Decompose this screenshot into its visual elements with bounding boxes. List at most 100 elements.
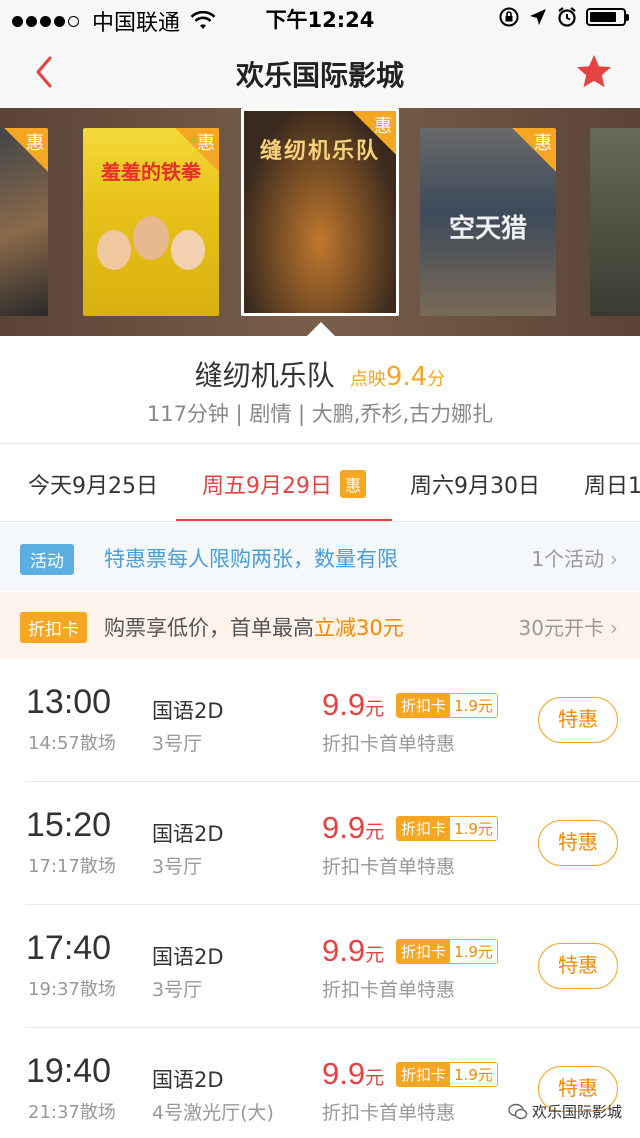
rating-value: 9.4 [385,362,428,392]
end-time: 14:57散场 [28,733,116,754]
activity-count: 1个活动 › [531,543,618,572]
card-label: 折扣卡 [397,694,451,717]
tab-date-0930[interactable]: 周六9月30日 [410,468,540,500]
showtime-row[interactable]: 13:00 14:57散场 国语2D 3号厅 9.9元 折扣卡 1.9元 折扣卡首… [0,659,640,782]
orientation-lock-icon [499,7,519,27]
tab-label: 周日1 [584,474,640,499]
discount-card-prefix: 购票享低价，首单最高 [104,616,314,640]
active-tab-underline [176,519,392,521]
price-unit: 元 [365,1067,385,1089]
movie-meta: 117分钟 | 剧情 | 大鹏,乔杉,古力娜扎 [146,402,494,426]
tab-date-0925[interactable]: 今天9月25日 [28,468,158,500]
activity-row[interactable]: 活动 特惠票每人限购两张，数量有限 1个活动 › [0,523,640,591]
discount-badge: 惠 [340,470,367,498]
card-label: 折扣卡 [397,817,451,840]
price-note: 折扣卡首单特惠 [322,856,456,878]
wechat-icon [508,1103,528,1119]
hall-name: 4号激光厅(大) [152,1102,274,1124]
battery-icon [586,8,629,26]
alarm-icon [558,7,576,27]
open-card-label: 30元开卡 [518,616,604,640]
price: 9.9元 [322,687,384,723]
hall-name: 3号厅 [152,733,203,755]
buy-special-button[interactable]: 特惠 [538,943,618,989]
movie-title-row: 缝纫机乐队 点映9.4分 [0,354,640,394]
end-time: 21:37散场 [28,1102,116,1123]
language-format: 国语2D [152,699,224,723]
poster-carousel[interactable]: 惠 羞羞的铁拳 惠 缝纫机乐队 惠 空天猎 惠 [0,108,640,336]
price-value: 9.9 [322,933,366,968]
chevron-right-icon: › [610,547,618,571]
location-icon [530,9,546,25]
discount-card-row[interactable]: 折扣卡 购票享低价，首单最高立减30元 30元开卡 › [0,592,640,658]
start-time: 15:20 [26,806,112,844]
nav-bar: 欢乐国际影城 [0,36,640,108]
discount-card-text: 购票享低价，首单最高立减30元 [104,612,404,642]
end-time: 19:37散场 [28,979,116,1000]
tab-date-0929[interactable]: 周五9月29日惠 [202,468,367,500]
card-label: 折扣卡 [397,940,451,963]
price-value: 9.9 [322,687,366,722]
card-price: 1.9元 [450,940,497,963]
hall-name: 3号厅 [152,856,203,878]
showtime-row[interactable]: 15:20 17:17散场 国语2D 3号厅 9.9元 折扣卡 1.9元 折扣卡首… [0,782,640,905]
status-bar: 中国联通 下午12:24 [0,0,640,36]
discount-badge: 惠 [4,128,48,172]
card-price-tag: 折扣卡 1.9元 [396,816,498,841]
card-price: 1.9元 [450,817,497,840]
activity-count-label: 1个活动 [531,547,604,571]
card-label: 折扣卡 [397,1063,451,1086]
tab-label: 周五9月29日 [202,474,332,499]
poster-item-selected[interactable]: 缝纫机乐队 惠 [241,108,399,316]
status-icons [498,6,629,28]
card-price-tag: 折扣卡 1.9元 [396,939,498,964]
card-price-tag: 折扣卡 1.9元 [396,1062,498,1087]
poster-item[interactable]: 惠 [0,128,48,316]
watermark-text: 欢乐国际影城 [531,1103,622,1121]
chevron-right-icon: › [610,616,618,640]
price-note: 折扣卡首单特惠 [322,1102,456,1124]
price: 9.9元 [322,810,384,846]
price-value: 9.9 [322,1056,366,1091]
price-unit: 元 [365,944,385,966]
start-time: 13:00 [26,683,112,721]
selected-indicator [307,322,335,336]
price: 9.9元 [322,933,384,969]
buy-special-button[interactable]: 特惠 [538,697,618,743]
language-format: 国语2D [152,822,224,846]
start-time: 19:40 [26,1052,112,1090]
open-card-link[interactable]: 30元开卡 › [519,612,618,641]
favorite-star-icon[interactable] [574,52,614,92]
price: 9.9元 [322,1056,384,1092]
price-note: 折扣卡首单特惠 [322,733,456,755]
discount-card-tag: 折扣卡 [20,612,87,643]
language-format: 国语2D [152,945,224,969]
poster-faces [97,216,205,296]
movie-title: 缝纫机乐队 [194,359,335,392]
showtime-row[interactable]: 17:40 19:37散场 国语2D 3号厅 9.9元 折扣卡 1.9元 折扣卡首… [0,905,640,1028]
tab-label: 周六9月30日 [410,474,540,499]
price-unit: 元 [365,821,385,843]
watermark: 欢乐国际影城 [508,1101,622,1122]
rating-unit: 分 [427,369,446,390]
discount-badge: 惠 [175,128,219,172]
price-unit: 元 [365,698,385,720]
tab-label: 今天9月25日 [28,474,158,499]
date-tabs: 今天9月25日 周五9月29日惠 周六9月30日 周日1 [0,444,640,522]
language-format: 国语2D [152,1068,224,1092]
buy-special-button[interactable]: 特惠 [538,820,618,866]
discount-badge: 惠 [512,128,556,172]
start-time: 17:40 [26,929,112,967]
rating-prefix: 点映 [349,369,386,390]
poster-item[interactable]: 空天猎 惠 [420,128,556,316]
poster-item[interactable] [590,128,640,316]
movie-info: 缝纫机乐队 点映9.4分 117分钟 | 剧情 | 大鹏,乔杉,古力娜扎 [0,336,640,444]
page-title: 欢乐国际影城 [235,59,404,92]
poster-title: 空天猎 [448,214,527,244]
price-note: 折扣卡首单特惠 [322,979,456,1001]
poster-item[interactable]: 羞羞的铁拳 惠 [83,128,219,316]
price-value: 9.9 [322,810,366,845]
discount-card-highlight: 立减30元 [314,616,404,640]
tab-date-1001[interactable]: 周日1 [584,468,640,500]
hall-name: 3号厅 [152,979,203,1001]
